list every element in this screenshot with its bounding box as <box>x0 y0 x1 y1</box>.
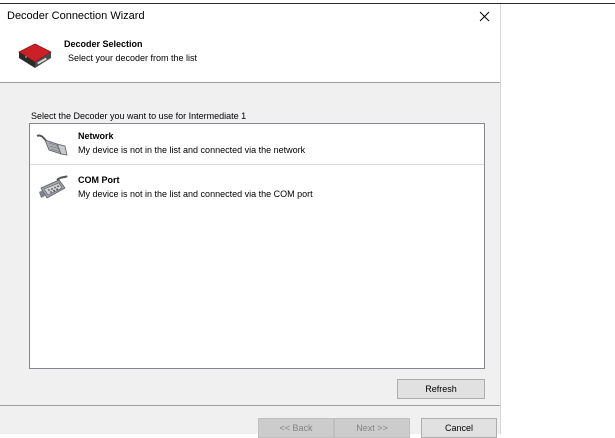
list-item-description: My device is not in the list and connect… <box>78 189 313 199</box>
list-item-title: COM Port <box>78 175 120 185</box>
header-subtitle: Select your decoder from the list <box>68 53 198 63</box>
next-button[interactable]: Next >> <box>334 418 410 438</box>
close-icon <box>479 11 489 21</box>
list-item-description: My device is not in the list and connect… <box>78 145 306 155</box>
network-cable-icon <box>36 134 68 156</box>
close-button[interactable] <box>467 4 501 28</box>
serial-port-icon <box>39 175 68 199</box>
window-title: Decoder Connection Wizard <box>7 10 145 22</box>
refresh-button[interactable]: Refresh <box>397 379 485 399</box>
decoder-list[interactable]: Network My device is not in the list and… <box>29 123 485 369</box>
wizard-window: Decoder Connection Wizard Decoder Select… <box>0 4 501 438</box>
list-item-network[interactable]: Network My device is not in the list and… <box>30 124 484 165</box>
back-button[interactable]: << Back <box>258 418 334 438</box>
selection-prompt: Select the Decoder you want to use for I… <box>31 111 247 121</box>
list-item-com-port[interactable]: COM Port My device is not in the list an… <box>30 168 484 209</box>
wizard-footer: << Back Next >> Cancel <box>0 406 500 438</box>
cancel-button[interactable]: Cancel <box>421 418 497 438</box>
list-item-title: Network <box>78 131 114 141</box>
decoder-device-icon <box>18 43 52 68</box>
wizard-body: Select the Decoder you want to use for I… <box>0 83 500 405</box>
header-title: Decoder Selection <box>64 39 143 49</box>
wizard-header: Decoder Selection Select your decoder fr… <box>0 28 500 82</box>
title-bar[interactable]: Decoder Connection Wizard <box>0 4 501 28</box>
